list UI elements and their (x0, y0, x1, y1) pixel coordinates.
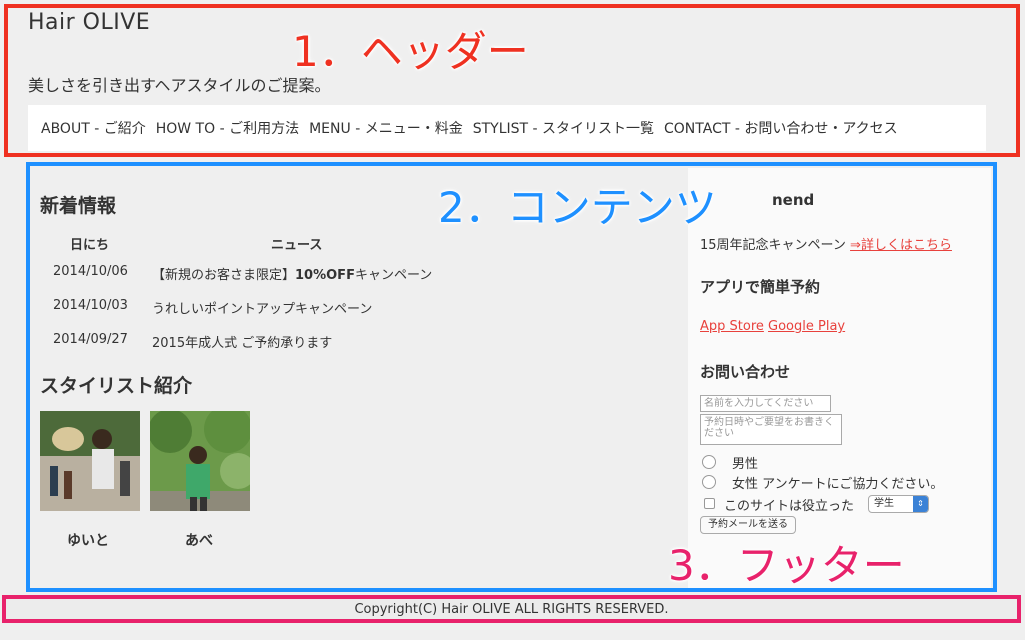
stylist-photo-yuito[interactable] (40, 411, 140, 511)
news-text: 2015年成人式 ご予約承ります (152, 336, 333, 351)
useful-checkbox-label: このサイトは役立った (724, 499, 855, 514)
app-links: App Store Google Play (700, 319, 845, 334)
news-text: 【新規のお客さま限定】10%OFFキャンペーン (152, 268, 433, 283)
recommend-heading: nend (772, 191, 815, 209)
recommend-item: 15周年記念キャンペーン ⇒詳しくはこちら (700, 234, 952, 253)
annotation-content: 2．コンテンツ (438, 183, 717, 232)
nav-menu[interactable]: MENU - メニュー・料金 (309, 118, 463, 138)
news-col-news: ニュース (271, 238, 323, 253)
chevron-updown-icon: ⇕ (913, 496, 928, 512)
stylist-photo-abe[interactable] (150, 411, 250, 511)
stylist-name[interactable]: あべ (185, 530, 213, 550)
name-input[interactable]: 名前を入力してください (700, 395, 831, 412)
site-tagline: 美しさを引き出すヘアスタイルのご提案。 (28, 76, 331, 95)
annotation-footer: 3．フッター (668, 541, 905, 590)
nav-stylist[interactable]: STYLIST - スタイリスト一覧 (473, 118, 654, 138)
stylist-heading: スタイリスト紹介 (40, 375, 193, 397)
message-textarea[interactable]: 予約日時やご要望をお書きください (700, 414, 842, 445)
nav-howto[interactable]: HOW TO - ご利用方法 (156, 118, 299, 138)
recommend-text: 15周年記念キャンペーン (700, 238, 846, 253)
app-store-link[interactable]: App Store (700, 319, 764, 334)
recommend-link[interactable]: ⇒詳しくはこちら (850, 238, 952, 253)
global-nav: ABOUT - ご紹介 HOW TO - ご利用方法 MENU - メニュー・料… (28, 105, 986, 151)
nav-about[interactable]: ABOUT - ご紹介 (41, 118, 146, 138)
news-text: うれしいポイントアップキャンペーン (152, 302, 373, 317)
radio-male-label: 男性 (732, 457, 759, 472)
occupation-select-value: 学生 (874, 498, 894, 509)
copyright-text: Copyright(C) Hair OLIVE ALL RIGHTS RESER… (354, 602, 669, 617)
footer-region: Copyright(C) Hair OLIVE ALL RIGHTS RESER… (2, 595, 1021, 623)
news-date: 2014/10/03 (53, 298, 128, 313)
radio-female[interactable] (702, 475, 716, 489)
useful-checkbox[interactable] (704, 498, 715, 509)
app-heading: アプリで簡単予約 (700, 278, 821, 296)
annotation-header: 1．ヘッダー (292, 27, 529, 76)
radio-male[interactable] (702, 455, 716, 469)
nav-contact[interactable]: CONTACT - お問い合わせ・アクセス (664, 118, 898, 138)
site-logo[interactable]: Hair OLIVE (28, 10, 150, 35)
news-col-date: 日にち (70, 238, 110, 253)
news-date: 2014/10/06 (53, 264, 128, 279)
google-play-link[interactable]: Google Play (768, 319, 845, 334)
stylist-name[interactable]: ゆいと (67, 530, 109, 550)
contact-heading: お問い合わせ (700, 363, 791, 381)
news-date: 2014/09/27 (53, 332, 128, 347)
radio-female-label: 女性 アンケートにご協力ください。 (732, 477, 944, 492)
occupation-select[interactable]: 学生 ⇕ (868, 495, 929, 513)
news-heading: 新着情報 (40, 195, 117, 217)
